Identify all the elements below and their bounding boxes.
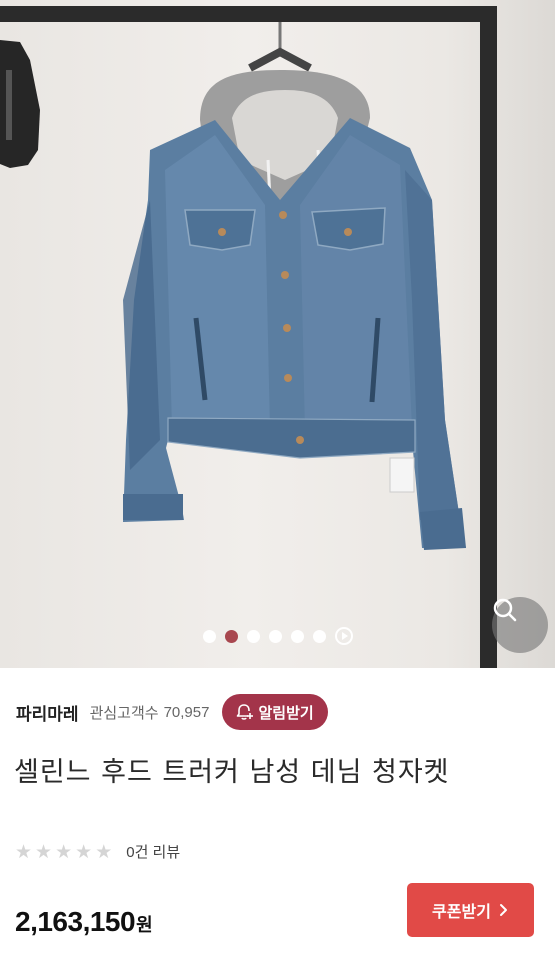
left-cuff <box>123 494 183 520</box>
alarm-button[interactable]: 알림받기 <box>222 694 328 730</box>
page-dot[interactable] <box>290 629 304 643</box>
watch-count: 70,957 <box>163 703 210 721</box>
page-dot[interactable] <box>246 629 260 643</box>
coupon-button-label: 쿠폰받기 <box>432 904 491 921</box>
button <box>283 324 291 332</box>
store-row: 파리마레 관심고객수 70,957 알림받기 <box>16 694 328 730</box>
rack-top-bar <box>0 6 492 22</box>
button <box>281 271 289 279</box>
star-icon: ★ <box>95 840 113 863</box>
star-icon: ★ <box>55 840 73 863</box>
image-pagination <box>0 626 555 646</box>
product-photo <box>0 6 497 668</box>
page-dot[interactable] <box>312 629 326 643</box>
right-cuff <box>420 508 466 550</box>
page-dot-active[interactable] <box>224 629 238 643</box>
rating-stars: ★ ★ ★ ★ ★ <box>15 842 112 862</box>
button <box>344 228 352 236</box>
button <box>296 436 304 444</box>
rating-row[interactable]: ★ ★ ★ ★ ★ 0건 리뷰 <box>15 841 180 862</box>
zoom-button[interactable] <box>492 597 548 653</box>
star-icon: ★ <box>15 840 33 863</box>
price-tag <box>389 457 415 493</box>
bell-plus-icon <box>237 704 254 720</box>
coupon-button[interactable]: 쿠폰받기 <box>407 883 534 937</box>
page-dot[interactable] <box>268 629 282 643</box>
video-play-icon[interactable] <box>334 627 353 645</box>
hanger <box>248 47 312 72</box>
product-title: 셀린느 후드 트러커 남성 데님 청자켓 <box>14 757 450 788</box>
store-name[interactable]: 파리마레 <box>16 700 79 725</box>
waistband <box>167 417 416 459</box>
rack-side-pole <box>480 6 497 668</box>
alarm-button-label: 알림받기 <box>258 704 314 722</box>
button <box>284 374 292 382</box>
star-icon: ★ <box>35 840 53 863</box>
button <box>279 211 287 219</box>
price-row: 2,163,150 원 <box>15 906 153 938</box>
button <box>218 228 226 236</box>
chevron-right-icon <box>499 904 507 916</box>
price: 2,163,150 <box>15 906 136 937</box>
dark-object-detail <box>6 70 12 140</box>
review-count[interactable]: 0건 리뷰 <box>126 841 180 862</box>
star-icon: ★ <box>75 840 93 863</box>
product-info: 파리마레 관심고객수 70,957 알림받기 셀린느 후드 트러커 남성 데님 … <box>0 668 555 960</box>
price-unit: 원 <box>136 915 153 935</box>
watch-count-label: 관심고객수 <box>89 704 159 722</box>
page-dot[interactable] <box>202 629 216 643</box>
search-icon <box>493 598 517 622</box>
product-image[interactable] <box>0 0 555 668</box>
